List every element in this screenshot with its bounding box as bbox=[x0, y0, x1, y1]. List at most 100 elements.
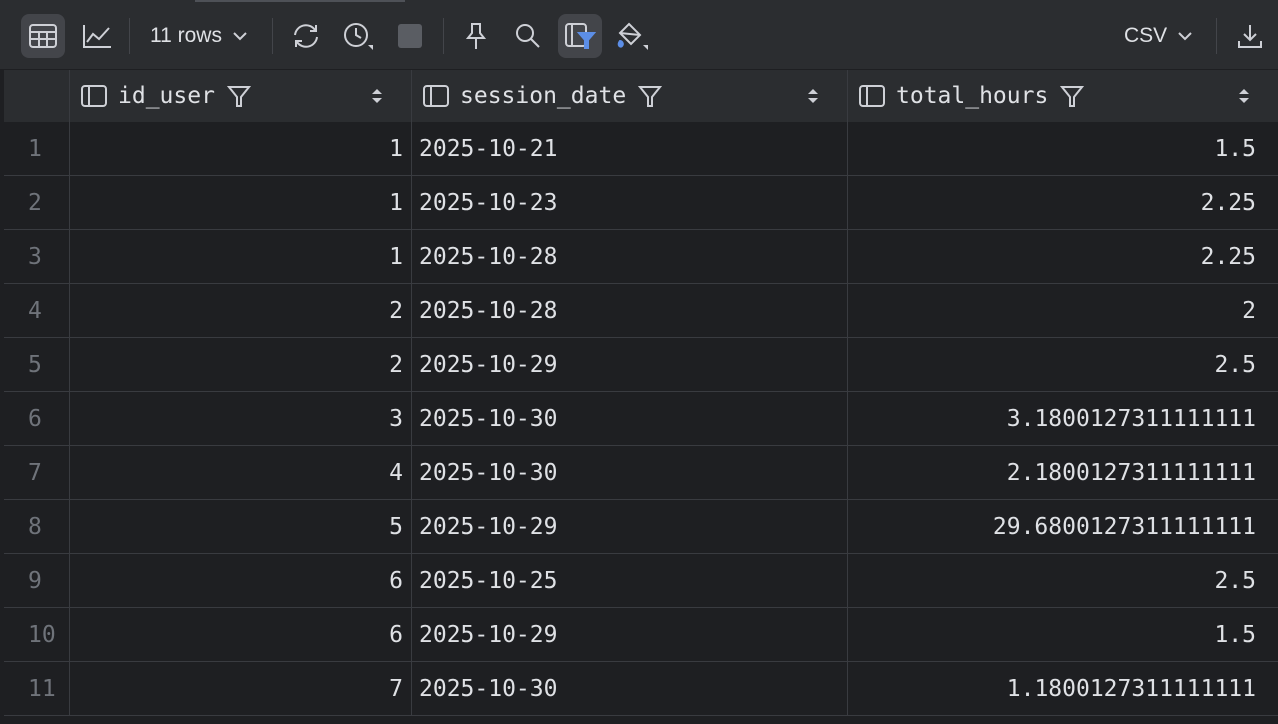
clock-icon bbox=[344, 23, 373, 50]
filter-icon bbox=[1060, 86, 1085, 107]
table-row[interactable]: 9 6 2025-10-25 2.5 bbox=[4, 554, 1278, 608]
filter-icon bbox=[226, 86, 251, 107]
table-row[interactable]: 1 1 2025-10-21 1.5 bbox=[4, 122, 1278, 176]
column-header-id-user[interactable]: id_user bbox=[70, 70, 412, 122]
cell-total-hours[interactable]: 2.25 bbox=[848, 176, 1278, 230]
cell-id-user[interactable]: 5 bbox=[70, 500, 412, 554]
cell-session-date[interactable]: 2025-10-29 bbox=[412, 338, 848, 392]
cell-id-user[interactable]: 6 bbox=[70, 554, 412, 608]
cell-session-date[interactable]: 2025-10-29 bbox=[412, 608, 848, 662]
filter-icon bbox=[638, 86, 663, 107]
results-grid: id_user session_date total_hours 1 1 202… bbox=[4, 70, 1278, 724]
refresh-icon bbox=[294, 24, 318, 48]
search-icon bbox=[516, 24, 540, 48]
color-fill-button[interactable] bbox=[610, 14, 654, 58]
export-format-dropdown[interactable]: CSV bbox=[1124, 14, 1193, 58]
column-sort-button[interactable] bbox=[1238, 86, 1250, 106]
column-header-session-date[interactable]: session_date bbox=[412, 70, 848, 122]
filter-toggle-button[interactable] bbox=[558, 14, 602, 58]
pin-icon bbox=[465, 23, 487, 49]
column-filter-button[interactable] bbox=[638, 84, 663, 108]
sort-icon bbox=[808, 89, 818, 103]
cell-total-hours[interactable]: 29.6800127311111111 bbox=[848, 500, 1278, 554]
table-row[interactable]: 4 2 2025-10-28 2 bbox=[4, 284, 1278, 338]
table-row[interactable]: 11 7 2025-10-30 1.1800127311111111 bbox=[4, 662, 1278, 716]
chart-view-button[interactable] bbox=[75, 14, 119, 58]
cell-id-user[interactable]: 2 bbox=[70, 284, 412, 338]
cell-id-user[interactable]: 4 bbox=[70, 446, 412, 500]
download-button[interactable] bbox=[1228, 14, 1272, 58]
refresh-button[interactable] bbox=[284, 14, 328, 58]
table-row[interactable]: 10 6 2025-10-29 1.5 bbox=[4, 608, 1278, 662]
column-filter-button[interactable] bbox=[1060, 84, 1085, 108]
cell-session-date[interactable]: 2025-10-30 bbox=[412, 446, 848, 500]
table-view-button[interactable] bbox=[21, 14, 65, 58]
cell-total-hours[interactable]: 2.1800127311111111 bbox=[848, 446, 1278, 500]
grid-header: id_user session_date total_hours bbox=[4, 70, 1278, 122]
column-icon bbox=[859, 85, 885, 107]
row-number-header bbox=[4, 70, 70, 122]
row-limit-label: 11 rows bbox=[150, 24, 222, 47]
table-row[interactable]: 3 1 2025-10-28 2.25 bbox=[4, 230, 1278, 284]
cell-session-date[interactable]: 2025-10-30 bbox=[412, 392, 848, 446]
cell-total-hours[interactable]: 2.5 bbox=[848, 338, 1278, 392]
column-name: session_date bbox=[460, 83, 627, 109]
cell-total-hours[interactable]: 2.5 bbox=[848, 554, 1278, 608]
sort-icon bbox=[372, 89, 382, 103]
cell-id-user[interactable]: 3 bbox=[70, 392, 412, 446]
cell-total-hours[interactable]: 1.5 bbox=[848, 608, 1278, 662]
filter-panel-icon bbox=[565, 23, 596, 49]
cell-id-user[interactable]: 1 bbox=[70, 230, 412, 284]
chevron-down-icon bbox=[1178, 32, 1192, 41]
row-number: 4 bbox=[4, 284, 70, 338]
column-icon bbox=[81, 85, 107, 107]
row-number: 7 bbox=[4, 446, 70, 500]
cell-total-hours[interactable]: 3.1800127311111111 bbox=[848, 392, 1278, 446]
cell-session-date[interactable]: 2025-10-28 bbox=[412, 230, 848, 284]
cell-total-hours[interactable]: 1.1800127311111111 bbox=[848, 662, 1278, 716]
cell-session-date[interactable]: 2025-10-23 bbox=[412, 176, 848, 230]
stop-button[interactable] bbox=[388, 14, 432, 58]
cell-session-date[interactable]: 2025-10-28 bbox=[412, 284, 848, 338]
results-toolbar: 11 rows CSV bbox=[0, 0, 1278, 70]
cell-id-user[interactable]: 1 bbox=[70, 176, 412, 230]
row-number: 1 bbox=[4, 122, 70, 176]
history-button[interactable] bbox=[336, 14, 380, 58]
column-name: total_hours bbox=[896, 83, 1049, 109]
cell-id-user[interactable]: 7 bbox=[70, 662, 412, 716]
cell-total-hours[interactable]: 2 bbox=[848, 284, 1278, 338]
cell-session-date[interactable]: 2025-10-30 bbox=[412, 662, 848, 716]
row-number: 11 bbox=[4, 662, 70, 716]
cell-id-user[interactable]: 6 bbox=[70, 608, 412, 662]
cell-session-date[interactable]: 2025-10-21 bbox=[412, 122, 848, 176]
table-row[interactable]: 8 5 2025-10-29 29.6800127311111111 bbox=[4, 500, 1278, 554]
cell-total-hours[interactable]: 2.25 bbox=[848, 230, 1278, 284]
chevron-down-icon bbox=[233, 32, 247, 41]
row-number: 6 bbox=[4, 392, 70, 446]
column-icon bbox=[423, 85, 449, 107]
cell-total-hours[interactable]: 1.5 bbox=[848, 122, 1278, 176]
cell-session-date[interactable]: 2025-10-25 bbox=[412, 554, 848, 608]
table-row[interactable]: 6 3 2025-10-30 3.1800127311111111 bbox=[4, 392, 1278, 446]
cell-id-user[interactable]: 1 bbox=[70, 122, 412, 176]
row-number: 3 bbox=[4, 230, 70, 284]
row-limit-dropdown[interactable]: 11 rows bbox=[150, 14, 248, 58]
cell-id-user[interactable]: 2 bbox=[70, 338, 412, 392]
search-button[interactable] bbox=[506, 14, 550, 58]
column-sort-button[interactable] bbox=[807, 86, 819, 106]
table-row[interactable]: 5 2 2025-10-29 2.5 bbox=[4, 338, 1278, 392]
line-chart-icon bbox=[83, 25, 111, 48]
row-number: 8 bbox=[4, 500, 70, 554]
table-row[interactable]: 7 4 2025-10-30 2.1800127311111111 bbox=[4, 446, 1278, 500]
table-row[interactable]: 2 1 2025-10-23 2.25 bbox=[4, 176, 1278, 230]
column-filter-button[interactable] bbox=[226, 84, 251, 108]
column-name: id_user bbox=[118, 83, 215, 109]
stop-icon bbox=[398, 24, 422, 48]
column-header-total-hours[interactable]: total_hours bbox=[848, 70, 1278, 122]
row-number: 9 bbox=[4, 554, 70, 608]
pin-button[interactable] bbox=[454, 14, 498, 58]
row-number: 10 bbox=[4, 608, 70, 662]
cell-session-date[interactable]: 2025-10-29 bbox=[412, 500, 848, 554]
download-icon bbox=[1238, 25, 1262, 48]
column-sort-button[interactable] bbox=[371, 86, 383, 106]
